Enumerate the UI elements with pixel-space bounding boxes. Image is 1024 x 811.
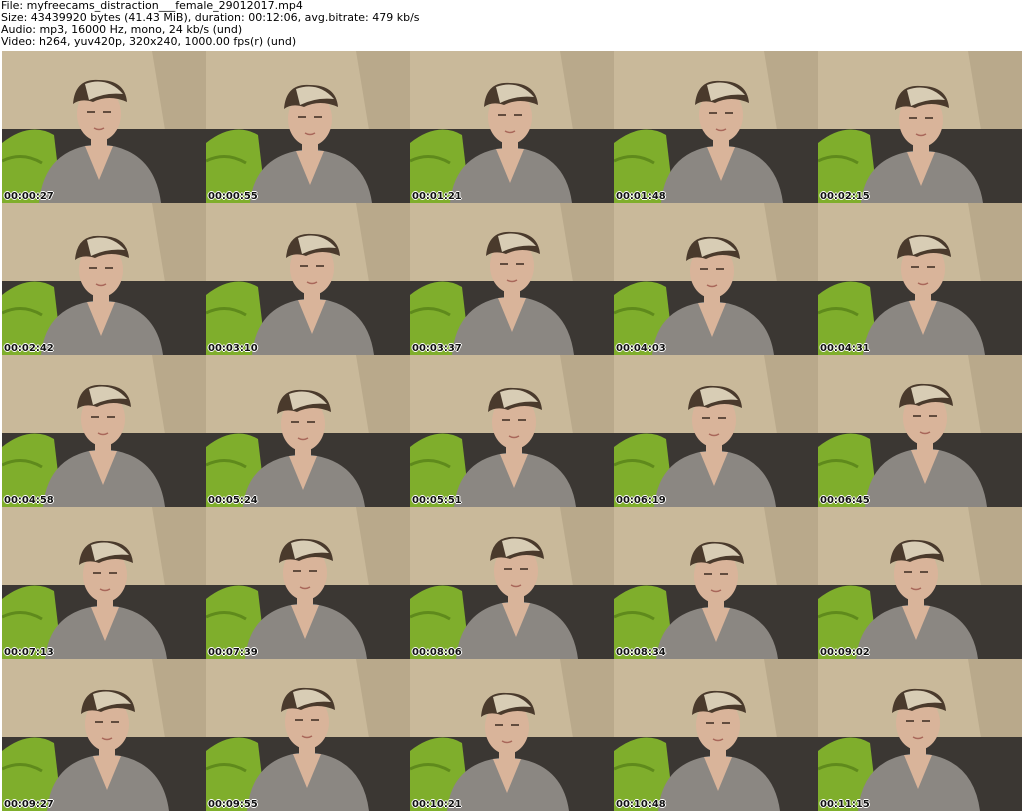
thumbnail-timestamp: 00:11:15 [820,799,870,810]
thumbnail-timestamp: 00:05:24 [208,495,258,506]
video-frame-image [2,51,206,203]
video-thumbnail: 00:09:55 [206,659,410,811]
thumbnail-timestamp: 00:00:27 [4,191,54,202]
video-thumbnail: 00:07:13 [2,507,206,659]
thumbnail-timestamp: 00:07:13 [4,647,54,658]
video-thumbnail: 00:00:27 [2,51,206,203]
video-thumbnail: 00:02:15 [818,51,1022,203]
video-frame-image [206,355,410,507]
thumbnail-timestamp: 00:08:06 [412,647,462,658]
video-thumbnail: 00:07:39 [206,507,410,659]
thumbnail-timestamp: 00:04:31 [820,343,870,354]
thumbnail-timestamp: 00:04:03 [616,343,666,354]
thumbnail-timestamp: 00:01:48 [616,191,666,202]
thumbnail-timestamp: 00:00:55 [208,191,258,202]
video-thumbnail: 00:06:19 [614,355,818,507]
video-frame-image [614,51,818,203]
video-thumbnail: 00:03:10 [206,203,410,355]
video-frame-image [2,355,206,507]
video-frame-image [818,51,1022,203]
video-thumbnail: 00:03:37 [410,203,614,355]
video-frame-image [2,659,206,811]
thumbnail-timestamp: 00:10:21 [412,799,462,810]
thumbnail-timestamp: 00:02:15 [820,191,870,202]
thumbnail-timestamp: 00:09:55 [208,799,258,810]
video-thumbnail: 00:04:03 [614,203,818,355]
video-frame-image [614,659,818,811]
thumbnail-timestamp: 00:09:27 [4,799,54,810]
video-thumbnail: 00:05:24 [206,355,410,507]
video-info-line: Video: h264, yuv420p, 320x240, 1000.00 f… [1,35,297,48]
video-thumbnail: 00:08:34 [614,507,818,659]
video-frame-image [410,355,614,507]
video-thumbnail: 00:01:48 [614,51,818,203]
thumbnail-timestamp: 00:03:10 [208,343,258,354]
thumbnail-timestamp: 00:09:02 [820,647,870,658]
video-thumbnail: 00:10:21 [410,659,614,811]
thumbnail-timestamp: 00:08:34 [616,647,666,658]
thumbnail-timestamp: 00:07:39 [208,647,258,658]
file-info-header: File: myfreecams_distraction___female_29… [1,0,1021,48]
thumbnail-timestamp: 00:06:19 [616,495,666,506]
video-frame-image [818,507,1022,659]
video-thumbnail: 00:02:42 [2,203,206,355]
thumbnail-timestamp: 00:10:48 [616,799,666,810]
video-thumbnail: 00:04:58 [2,355,206,507]
video-thumbnail: 00:05:51 [410,355,614,507]
video-thumbnail: 00:09:27 [2,659,206,811]
video-thumbnail: 00:06:45 [818,355,1022,507]
video-frame-image [2,203,206,355]
video-frame-image [818,355,1022,507]
video-thumbnail: 00:10:48 [614,659,818,811]
video-frame-image [206,51,410,203]
video-frame-image [614,355,818,507]
video-frame-image [206,203,410,355]
video-frame-image [206,659,410,811]
video-frame-image [410,203,614,355]
video-frame-image [818,659,1022,811]
video-frame-image [2,507,206,659]
video-frame-image [206,507,410,659]
video-thumbnail: 00:11:15 [818,659,1022,811]
video-frame-image [818,203,1022,355]
thumbnail-timestamp: 00:01:21 [412,191,462,202]
thumbnail-grid: 00:00:27 00:00:55 00:01:21 00:01:48 00:02:15… [2,51,1022,811]
video-frame-image [410,659,614,811]
video-thumbnail: 00:08:06 [410,507,614,659]
thumbnail-timestamp: 00:02:42 [4,343,54,354]
thumbnail-timestamp: 00:05:51 [412,495,462,506]
thumbnail-timestamp: 00:04:58 [4,495,54,506]
video-frame-image [410,51,614,203]
video-frame-image [614,203,818,355]
thumbnail-timestamp: 00:03:37 [412,343,462,354]
thumbnail-timestamp: 00:06:45 [820,495,870,506]
video-thumbnail: 00:01:21 [410,51,614,203]
video-thumbnail: 00:09:02 [818,507,1022,659]
video-thumbnail: 00:04:31 [818,203,1022,355]
video-thumbnail: 00:00:55 [206,51,410,203]
video-frame-image [410,507,614,659]
video-frame-image [614,507,818,659]
